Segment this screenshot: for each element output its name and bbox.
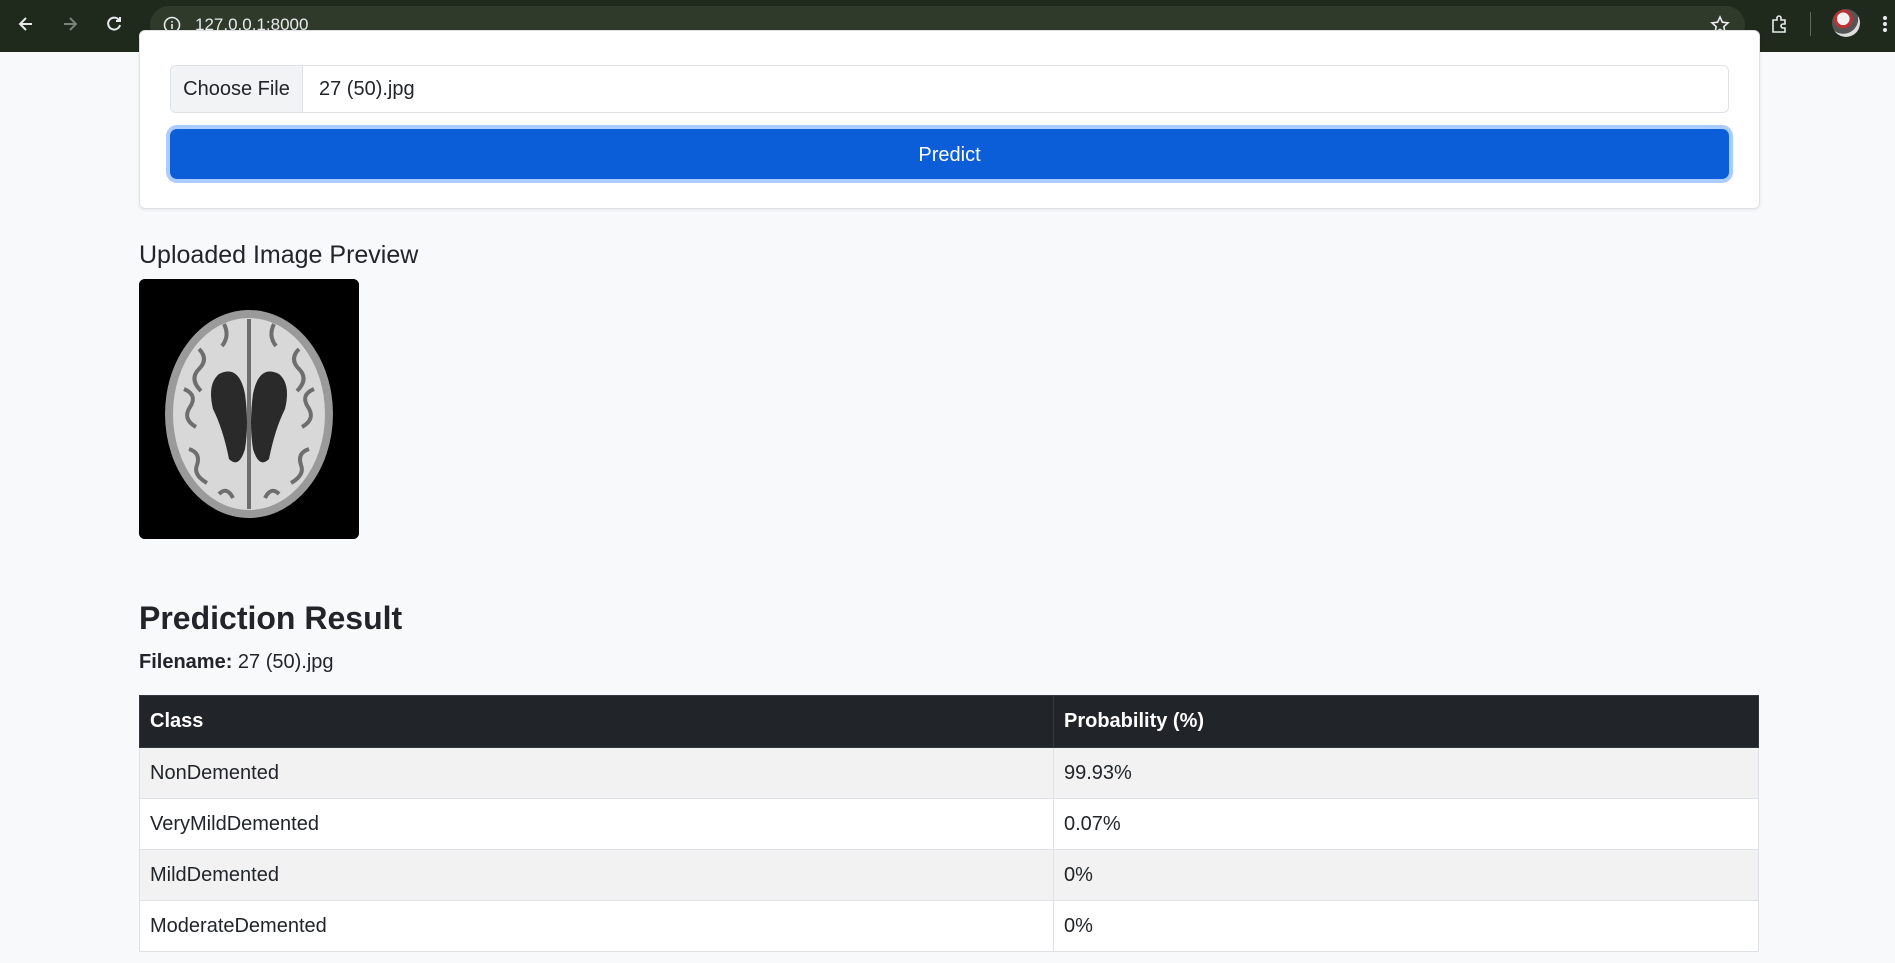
prediction-result-heading: Prediction Result — [139, 600, 403, 636]
table-header-row: Class Probability (%) — [139, 695, 1759, 748]
probability-cell: 99.93% — [1053, 747, 1759, 799]
prediction-table: Class Probability (%) NonDemented 99.93%… — [139, 695, 1759, 952]
brain-mri-image — [139, 279, 359, 539]
filename-label: Filename: — [139, 651, 233, 673]
back-icon[interactable] — [12, 10, 40, 38]
result-filename: Filename: 27 (50).jpg — [139, 650, 334, 674]
class-cell: NonDemented — [139, 747, 1054, 799]
forward-icon[interactable] — [56, 10, 84, 38]
column-header-class: Class — [139, 695, 1054, 748]
probability-cell: 0% — [1053, 849, 1759, 901]
upload-card: Choose File 27 (50).jpg Predict — [139, 30, 1760, 209]
table-row: ModerateDemented 0% — [139, 900, 1759, 952]
uploaded-image-preview — [139, 279, 359, 539]
choose-file-button[interactable]: Choose File — [171, 66, 303, 112]
table-row: MildDemented 0% — [139, 849, 1759, 901]
selected-file-name: 27 (50).jpg — [319, 78, 415, 100]
preview-heading: Uploaded Image Preview — [139, 241, 419, 269]
toolbar-divider — [1810, 12, 1811, 36]
reload-icon[interactable] — [100, 10, 128, 38]
class-cell: MildDemented — [139, 849, 1054, 901]
probability-cell: 0% — [1053, 900, 1759, 952]
class-cell: ModerateDemented — [139, 900, 1054, 952]
filename-value: 27 (50).jpg — [237, 651, 334, 673]
file-input[interactable]: Choose File 27 (50).jpg — [170, 65, 1729, 113]
column-header-probability: Probability (%) — [1053, 695, 1759, 748]
extensions-icon[interactable] — [1765, 10, 1793, 38]
profile-avatar[interactable] — [1832, 9, 1860, 37]
table-row: NonDemented 99.93% — [139, 747, 1759, 799]
predict-button[interactable]: Predict — [170, 129, 1729, 179]
probability-cell: 0.07% — [1053, 798, 1759, 850]
table-row: VeryMildDemented 0.07% — [139, 798, 1759, 850]
browser-menu-icon[interactable] — [1878, 10, 1892, 38]
class-cell: VeryMildDemented — [139, 798, 1054, 850]
